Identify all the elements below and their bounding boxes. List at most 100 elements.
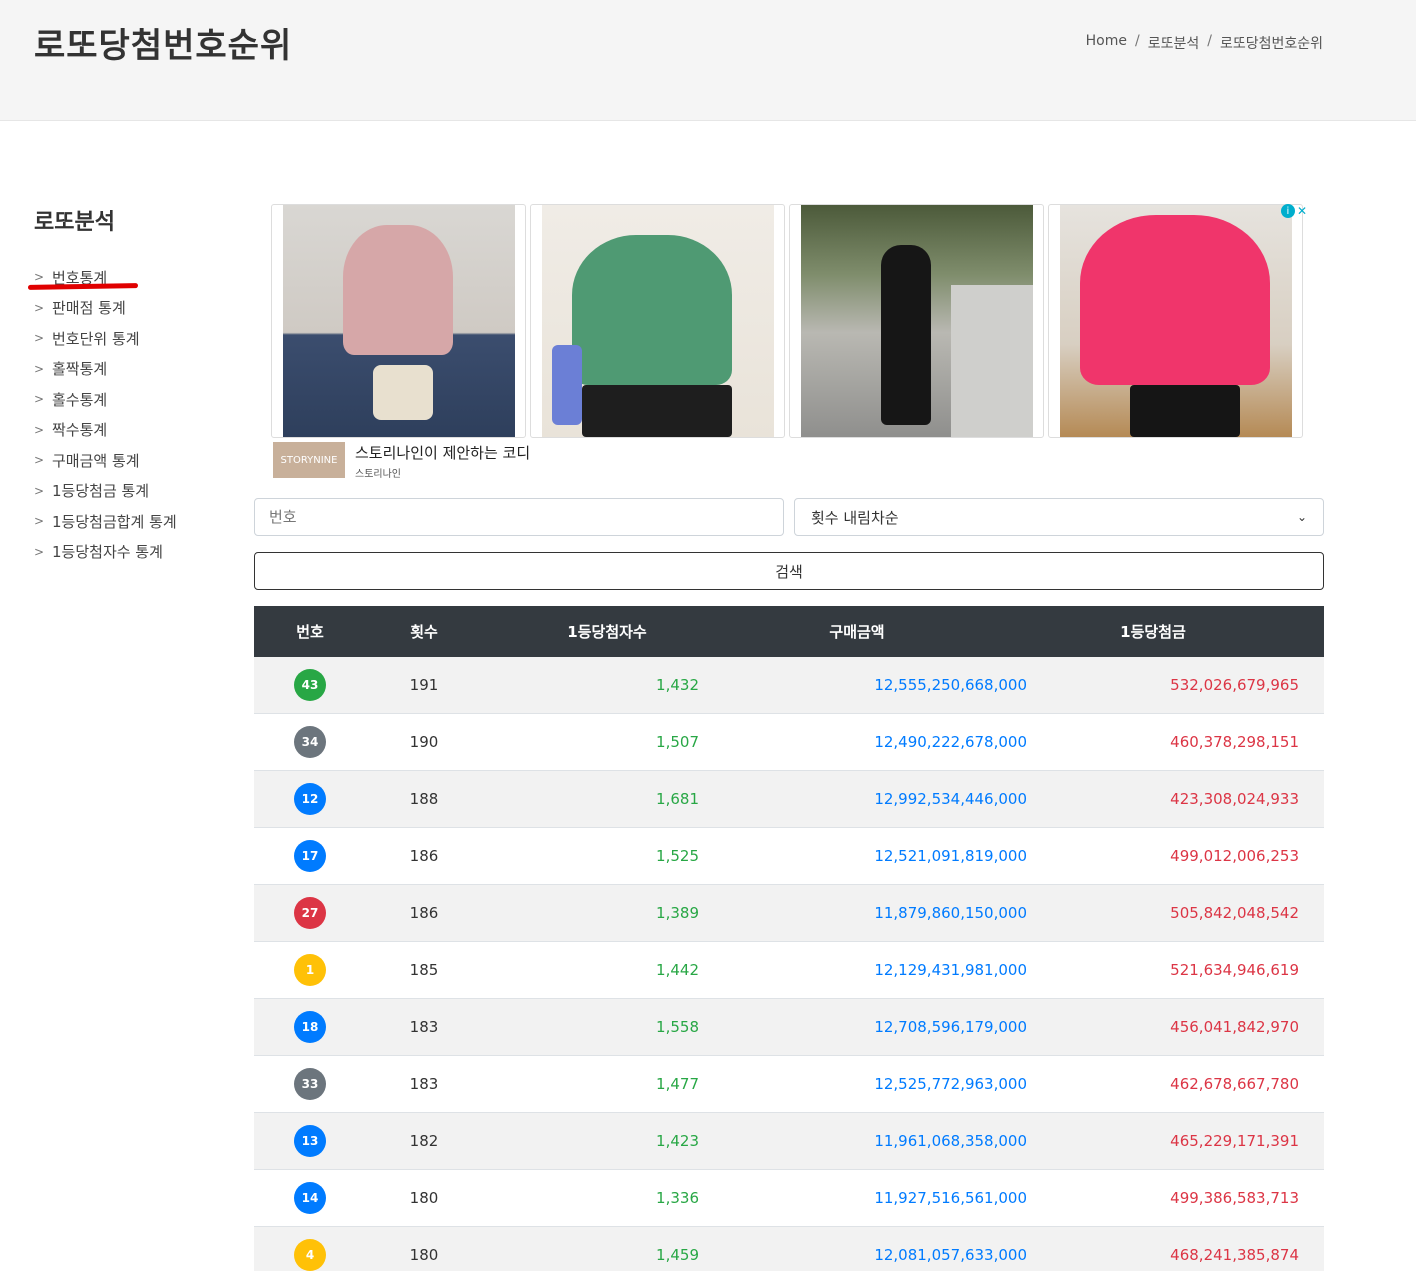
lotto-ball: 12: [294, 783, 326, 815]
sidebar-item-first-prize-stats[interactable]: >1등당첨금 통계: [34, 476, 234, 507]
sidebar-item-odd-stats[interactable]: > 홀수통계: [34, 384, 234, 415]
sidebar-item-number-unit-stats[interactable]: > 번호단위 통계: [34, 323, 234, 354]
prize-cell: 468,241,385,874: [1170, 1246, 1299, 1264]
count-cell: 188: [409, 790, 439, 808]
ad-product-tile[interactable]: [1048, 204, 1303, 438]
prize-cell: 423,308,024,933: [1170, 790, 1299, 808]
sidebar-item-odd-even-stats[interactable]: > 홀짝통계: [34, 354, 234, 385]
table-row: 33 183 1,477 12,525,772,963,000 462,678,667,…: [254, 1056, 1324, 1113]
count-cell: 190: [409, 733, 439, 751]
ad-product-tile[interactable]: [271, 204, 526, 438]
winners-cell: 1,507: [656, 733, 699, 751]
sidebar-item-store-stats[interactable]: > 판매점 통계: [34, 293, 234, 324]
chevron-right-icon: >: [34, 483, 45, 498]
breadcrumb-lotto-analysis[interactable]: 로또분석: [1148, 33, 1200, 53]
sort-select[interactable]: 횟수 내림차순 ⌄: [794, 498, 1324, 536]
ad-choices[interactable]: i ✕: [1280, 204, 1307, 218]
winners-cell: 1,389: [656, 904, 699, 922]
sidebar-item-label: 1등당첨자수 통계: [52, 543, 163, 562]
sidebar-item-label: 구매금액 통계: [52, 451, 140, 470]
column-header-count[interactable]: 횟수: [366, 621, 482, 642]
number-cell: 33: [254, 1068, 366, 1100]
sidebar-item-label: 홀짝통계: [52, 360, 108, 379]
prize-cell: 456,041,842,970: [1170, 1018, 1299, 1036]
chevron-right-icon: >: [34, 331, 45, 346]
number-cell: 17: [254, 840, 366, 872]
chevron-down-icon: ⌄: [1296, 510, 1307, 524]
sidebar-item-first-prize-total-stats[interactable]: >1등당첨금합계 통계: [34, 506, 234, 537]
column-header-prize[interactable]: 1등당첨금: [982, 621, 1324, 642]
lotto-ball: 18: [294, 1011, 326, 1043]
sidebar-item-label: 짝수통계: [52, 421, 108, 440]
sidebar: 로또분석 > 번호통계 > 판매점 통계 > 번호단위 통계 > 홀짝통계 > 홀수통계 …: [27, 204, 234, 568]
page-header: 로또당첨번호순위 Home / 로또분석 / 로또당첨번호순위: [0, 0, 1416, 121]
close-icon[interactable]: ✕: [1297, 204, 1307, 218]
sidebar-item-label: 1등당첨금합계 통계: [52, 512, 177, 531]
count-cell: 183: [409, 1075, 439, 1093]
purchase-cell: 12,992,534,446,000: [874, 790, 1027, 808]
search-button[interactable]: 검색: [254, 552, 1324, 590]
chevron-right-icon: >: [34, 422, 45, 437]
ad-banner[interactable]: i ✕ STORYNINE 스토리나인이 제안하는 코디 스토리나인: [271, 204, 1307, 480]
sidebar-title: 로또분석: [34, 210, 115, 235]
column-header-purchase[interactable]: 구매금액: [732, 621, 982, 642]
ad-product-image: [1059, 205, 1292, 437]
ad-product-image: [800, 205, 1033, 437]
table-row: 17 186 1,525 12,521,091,819,000 499,012,006,…: [254, 828, 1324, 885]
number-cell: 12: [254, 783, 366, 815]
winners-cell: 1,423: [656, 1132, 699, 1150]
table-row: 1 185 1,442 12,129,431,981,000 521,634,946,6…: [254, 942, 1324, 999]
ad-product-image: [541, 205, 774, 437]
prize-cell: 499,012,006,253: [1170, 847, 1299, 865]
prize-cell: 505,842,048,542: [1170, 904, 1299, 922]
table-row: 12 188 1,681 12,992,534,446,000 423,308,024,…: [254, 771, 1324, 828]
sidebar-item-even-stats[interactable]: > 짝수통계: [34, 415, 234, 446]
winners-cell: 1,558: [656, 1018, 699, 1036]
winners-cell: 1,459: [656, 1246, 699, 1264]
chevron-right-icon: >: [34, 392, 45, 407]
lotto-ball: 1: [294, 954, 326, 986]
lotto-ball: 27: [294, 897, 326, 929]
number-cell: 1: [254, 954, 366, 986]
count-cell: 185: [409, 961, 439, 979]
winners-cell: 1,432: [656, 676, 699, 694]
prize-cell: 532,026,679,965: [1170, 676, 1299, 694]
prize-cell: 465,229,171,391: [1170, 1132, 1299, 1150]
purchase-cell: 12,081,057,633,000: [874, 1246, 1027, 1264]
breadcrumb-separator: /: [1207, 33, 1212, 49]
column-header-winners[interactable]: 1등당첨자수: [482, 621, 732, 642]
ad-product-image: [282, 205, 515, 437]
info-icon[interactable]: i: [1280, 204, 1295, 218]
breadcrumb: Home / 로또분석 / 로또당첨번호순위: [1086, 33, 1323, 53]
breadcrumb-home[interactable]: Home: [1086, 33, 1127, 53]
purchase-cell: 11,961,068,358,000: [874, 1132, 1027, 1150]
ad-advertiser: 스토리나인: [355, 469, 401, 480]
sidebar-item-number-stats[interactable]: > 번호통계: [27, 262, 234, 293]
ad-product-tile[interactable]: [530, 204, 785, 438]
sort-select-value: 횟수 내림차순: [811, 508, 899, 527]
ranking-table: 번호 횟수 1등당첨자수 구매금액 1등당첨금 43 191 1,432 12,555…: [254, 606, 1324, 1271]
active-underline-mark: [27, 283, 139, 290]
number-search-input[interactable]: [254, 498, 784, 536]
column-header-number[interactable]: 번호: [254, 621, 366, 642]
lotto-ball: 33: [294, 1068, 326, 1100]
sidebar-menu: > 번호통계 > 판매점 통계 > 번호단위 통계 > 홀짝통계 > 홀수통계 > 짝수통계…: [27, 262, 234, 568]
sidebar-item-label: 1등당첨금 통계: [52, 482, 150, 501]
count-cell: 186: [409, 847, 439, 865]
ad-title[interactable]: 스토리나인이 제안하는 코디: [355, 442, 530, 463]
chevron-right-icon: >: [34, 544, 45, 559]
prize-cell: 460,378,298,151: [1170, 733, 1299, 751]
sidebar-item-first-winners-stats[interactable]: >1등당첨자수 통계: [34, 537, 234, 568]
table-row: 4 180 1,459 12,081,057,633,000 468,241,385,8…: [254, 1227, 1324, 1271]
chevron-right-icon: >: [34, 361, 45, 376]
table-row: 13 182 1,423 11,961,068,358,000 465,229,171,…: [254, 1113, 1324, 1170]
chevron-right-icon: >: [34, 514, 45, 529]
number-cell: 14: [254, 1182, 366, 1214]
ad-caption[interactable]: STORYNINE 스토리나인이 제안하는 코디 스토리나인: [273, 442, 530, 480]
sidebar-item-label: 번호단위 통계: [52, 329, 140, 348]
ad-product-tile[interactable]: [789, 204, 1044, 438]
sidebar-item-purchase-stats[interactable]: > 구매금액 통계: [34, 445, 234, 476]
count-cell: 191: [409, 676, 439, 694]
purchase-cell: 12,708,596,179,000: [874, 1018, 1027, 1036]
winners-cell: 1,681: [656, 790, 699, 808]
